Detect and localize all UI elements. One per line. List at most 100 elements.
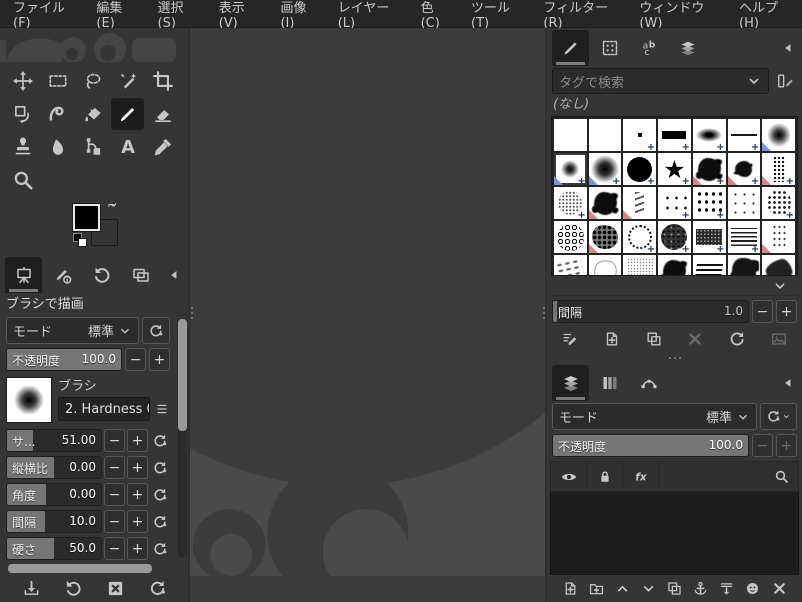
tab-channels[interactable] <box>591 365 628 401</box>
brush-cell-cells[interactable] <box>554 221 587 253</box>
brush-cell-texdark[interactable] <box>588 221 622 253</box>
reset-slider-button[interactable] <box>150 484 170 506</box>
raise-layer-button[interactable] <box>611 578 633 600</box>
brush-cell-blank[interactable] <box>554 119 587 151</box>
brush-cell-star[interactable]: ★ + <box>658 153 691 185</box>
tool-smudge[interactable] <box>41 131 74 163</box>
increase-button[interactable]: + <box>127 429 148 452</box>
brush-1-slider[interactable]: 縦横比 0.00 <box>6 456 102 479</box>
tool-clone[interactable] <box>6 131 39 163</box>
brush-3-slider[interactable]: 間隔 10.0 <box>6 510 102 533</box>
tool-options-horizontal-scrollbar[interactable] <box>8 564 168 573</box>
anchor-layer-button[interactable] <box>690 578 712 600</box>
brush-4-slider[interactable]: 硬さ 50.0 <box>6 537 102 560</box>
save-options-button[interactable] <box>20 577 42 599</box>
brush-cell-vtex[interactable]: + <box>762 153 795 185</box>
tool-color-picker[interactable] <box>146 131 179 163</box>
menu-item-windows[interactable]: ウィンドウ(W) <box>628 0 728 31</box>
increase-button[interactable]: + <box>127 483 148 506</box>
brush-cell-blob-s[interactable]: + <box>727 153 761 185</box>
layer-mode-reset-button[interactable] <box>760 403 797 430</box>
chevron-down-icon[interactable] <box>746 73 762 89</box>
tool-paintbrush[interactable] <box>111 98 144 130</box>
brush-cell-blob-d[interactable] <box>588 187 622 219</box>
brush-0-slider[interactable]: サ... 51.00 <box>6 429 102 452</box>
brush-cell-blob-d[interactable] <box>658 255 691 275</box>
reset-mode-button[interactable] <box>142 317 170 344</box>
decrease-button[interactable]: − <box>104 456 125 479</box>
layer-search-button[interactable] <box>659 462 798 491</box>
brush-cell-soft-m[interactable] <box>762 119 795 151</box>
image-canvas-area[interactable] <box>190 28 545 602</box>
brush-grid-expander[interactable] <box>551 276 798 296</box>
brush-menu-grip-icon[interactable] <box>154 401 170 417</box>
spacing-increase-button[interactable]: + <box>776 300 797 323</box>
menu-item-help[interactable]: ヘルプ(H) <box>728 0 802 31</box>
menu-item-tools[interactable]: ツール(T) <box>460 0 532 31</box>
increase-button[interactable]: + <box>127 510 148 533</box>
effects-filter-button[interactable]: fx <box>623 462 659 491</box>
tab-patterns[interactable] <box>591 30 628 66</box>
merge-down-button[interactable] <box>716 578 738 600</box>
brush-cell-line[interactable]: + <box>727 119 761 151</box>
brush-cell-hlines[interactable]: + <box>727 221 761 253</box>
tool-text[interactable]: A <box>111 131 144 163</box>
tab-paths-tab[interactable] <box>630 365 667 401</box>
tool-zoom[interactable] <box>6 164 39 196</box>
reset-slider-button[interactable] <box>150 511 170 533</box>
brush-cell-dots-sp[interactable] <box>727 187 761 219</box>
brush-cell-ring[interactable]: + <box>623 221 657 253</box>
brush-cell-dashes[interactable] <box>554 255 587 275</box>
restore-options-button[interactable] <box>62 577 84 599</box>
tool-move[interactable] <box>6 65 39 97</box>
decrease-button[interactable]: − <box>104 510 125 533</box>
brush-cell-ellipse[interactable]: + <box>692 119 726 151</box>
spacing-decrease-button[interactable]: − <box>752 300 773 323</box>
layer-mask-button[interactable] <box>742 578 764 600</box>
brush-cell-block[interactable]: + <box>692 221 726 253</box>
refresh-brushes-button[interactable] <box>726 328 748 350</box>
brush-2-slider[interactable]: 角度 0.00 <box>6 483 102 506</box>
brush-cell-speck[interactable]: + <box>554 187 587 219</box>
duplicate-layer-button[interactable] <box>664 578 686 600</box>
menu-item-edit[interactable]: 編集(E) <box>85 0 146 31</box>
edit-brush-button[interactable] <box>559 328 581 350</box>
tool-rectangle-select[interactable] <box>41 65 74 97</box>
menu-item-view[interactable]: 表示(V) <box>208 0 270 31</box>
menu-item-filters[interactable]: フィルター(R) <box>532 0 628 31</box>
layer-opacity-slider[interactable]: 不透明度 100.0 <box>552 434 749 457</box>
lock-filter-button[interactable] <box>587 462 623 491</box>
tag-search-input[interactable]: タグで検索 <box>552 68 769 94</box>
brush-cell-blank[interactable] <box>588 119 622 151</box>
brush-cell-sketch[interactable] <box>588 255 622 275</box>
new-brush-button[interactable] <box>601 328 623 350</box>
brush-cell-marks[interactable] <box>623 187 657 219</box>
tool-eraser[interactable] <box>146 98 179 130</box>
brush-cell-mottle[interactable]: + <box>658 221 691 253</box>
left-splitter-handle[interactable] <box>190 307 193 323</box>
layer-opacity-increase-button[interactable]: + <box>776 434 797 457</box>
increase-button[interactable]: + <box>127 456 148 479</box>
right-splitter-handle[interactable] <box>542 307 545 323</box>
delete-brush-button[interactable] <box>684 328 706 350</box>
reset-slider-button[interactable] <box>150 538 170 560</box>
lower-layer-button[interactable] <box>637 578 659 600</box>
tab-images[interactable] <box>122 257 159 293</box>
layers-list[interactable] <box>550 492 799 575</box>
new-layer-button[interactable] <box>559 578 581 600</box>
brush-cell-texdense[interactable] <box>727 255 761 275</box>
brush-cell-soft-s[interactable]: + <box>554 153 587 185</box>
opacity-increase-button[interactable]: + <box>149 348 170 371</box>
tool-bucket-fill[interactable] <box>76 98 109 130</box>
layer-opacity-decrease-button[interactable]: − <box>752 434 773 457</box>
collapse-dock-button[interactable] <box>779 38 797 58</box>
tool-unified-transform[interactable] <box>6 98 39 130</box>
tab-layers[interactable] <box>552 365 589 401</box>
menu-item-layer[interactable]: レイヤー(L) <box>327 0 410 31</box>
opacity-slider[interactable]: 不透明度 100.0 <box>6 348 122 371</box>
tab-device-status[interactable]: i <box>44 257 81 293</box>
tool-crop[interactable] <box>146 65 179 97</box>
brush-cell-lines5[interactable] <box>692 255 726 275</box>
menu-item-select[interactable]: 選択(S) <box>147 0 208 31</box>
opacity-decrease-button[interactable]: − <box>125 348 146 371</box>
